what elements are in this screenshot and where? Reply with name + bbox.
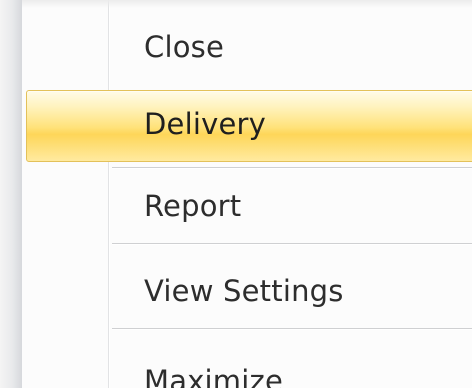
menu-item-close[interactable]: Close	[0, 12, 472, 82]
menu-item-label: Close	[144, 30, 224, 64]
menu-separator	[112, 167, 472, 169]
menu-item-label: Report	[144, 189, 242, 223]
menu-item-view-settings[interactable]: View Settings	[0, 256, 472, 326]
menu-item-label: Maximize	[144, 364, 283, 388]
menu-item-report[interactable]: Report	[0, 171, 472, 241]
menu-separator	[112, 328, 472, 330]
menu-item-label: Delivery	[144, 106, 266, 141]
menu-item-label: View Settings	[144, 274, 344, 308]
menu-top-shadow	[22, 0, 472, 8]
menu-separator	[112, 243, 472, 245]
menu-item-maximize[interactable]: Maximize	[0, 332, 472, 388]
context-menu: Close Delivery Report View Settings Maxi…	[0, 0, 472, 388]
menu-item-delivery[interactable]: Delivery	[0, 85, 472, 162]
